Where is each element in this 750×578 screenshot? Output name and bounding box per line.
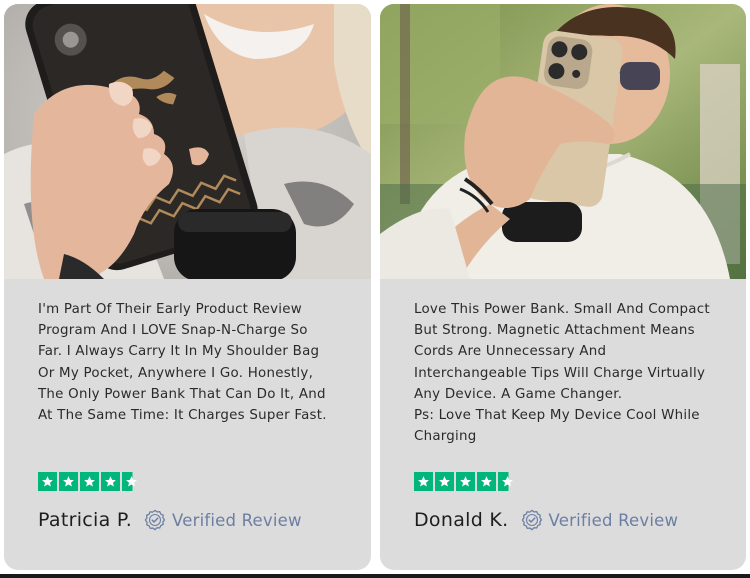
review-card-donald: Love This Power Bank. Small And Compact … [380,4,746,570]
review-photo-phone-with-power-bank [4,4,371,279]
star-icon [414,472,433,491]
star-icon [477,472,496,491]
star-icon [38,472,57,491]
verified-label: Verified Review [172,510,302,530]
star-icon [498,472,517,491]
bottom-divider [0,574,750,578]
star-icon [456,472,475,491]
star-icon [122,472,141,491]
star-icon [59,472,78,491]
reviewer-name: Donald K. [414,509,509,531]
star-icon [101,472,120,491]
verified-badge-icon [144,509,166,531]
verified-badge: Verified Review [521,509,679,531]
verified-badge: Verified Review [144,509,302,531]
reviewer-row: Donald K. Verified Review [414,509,678,531]
review-text: I'm Part Of Their Early Product Review P… [38,302,327,424]
review-text: Love This Power Bank. Small And Compact … [414,302,710,445]
star-icon [435,472,454,491]
review-photo-man-with-power-bank [380,4,746,279]
reviewer-row: Patricia P. Verified Review [38,509,302,531]
reviewer-name: Patricia P. [38,509,133,531]
verified-label: Verified Review [548,510,679,530]
star-icon [80,472,99,491]
review-card-patricia: I'm Part Of Their Early Product Review P… [4,4,371,570]
verified-badge-icon [521,509,542,531]
star-rating [414,472,517,491]
star-rating [38,472,141,491]
